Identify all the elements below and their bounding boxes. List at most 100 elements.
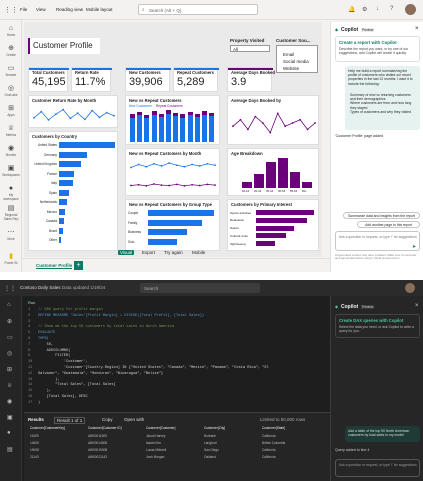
avatar[interactable] — [405, 4, 416, 15]
repeat-customers-bar[interactable] — [151, 110, 157, 115]
country-bar[interactable] — [59, 208, 65, 215]
country-bar[interactable] — [59, 170, 75, 177]
country-bar[interactable] — [59, 180, 73, 186]
menu-file[interactable]: File — [20, 7, 27, 12]
option-social[interactable]: Social media — [283, 59, 309, 64]
rail-monitor[interactable]: ◉ Monitor — [2, 144, 20, 162]
menu-view[interactable]: View — [36, 7, 46, 12]
option-email[interactable]: Email — [283, 52, 294, 57]
copilot-input[interactable]: Ask a question or request, or type '/' f… — [335, 231, 420, 251]
repeat-customers-bar[interactable] — [166, 110, 171, 114]
avatar[interactable] — [405, 283, 415, 293]
repeat-customers-bar[interactable] — [187, 111, 193, 116]
add-page-button[interactable]: + — [74, 261, 83, 270]
property-slicer[interactable]: All — [230, 45, 270, 52]
result-picker[interactable]: Result 1 of 1 — [54, 417, 86, 424]
rail-my-workspace[interactable]: ● My workspace — [2, 184, 20, 202]
menu-mobile-layout[interactable]: Mobile layout — [86, 7, 113, 12]
copy-button[interactable]: Copy — [102, 417, 113, 422]
country-bar[interactable] — [59, 189, 69, 196]
page-tab-customer-profile[interactable]: Customer Profile — [36, 263, 73, 269]
kpi-new-customers[interactable]: New Customers 39,906 — [125, 67, 171, 92]
rail-regional-sales[interactable]: ▤ Regional Sales Rep — [2, 204, 20, 222]
repeat-customers-bar[interactable] — [180, 114, 186, 118]
menu-reading-view[interactable]: Reading view — [56, 7, 83, 12]
chart-age-breakdown[interactable]: Age Breakdown 18-24 25-34 35-44 45-54 55-64 6… — [227, 148, 319, 196]
new-customers-bar[interactable] — [137, 115, 143, 142]
country-bar[interactable] — [59, 151, 88, 158]
send-icon[interactable]: ➤ — [412, 244, 416, 250]
column-header[interactable]: Customer[Customer] — [146, 426, 175, 430]
chart-return-rate-month[interactable]: Customer Return Rate by Month — [28, 95, 118, 128]
repeat-customers-bar[interactable] — [130, 114, 135, 118]
age-bar[interactable] — [242, 181, 252, 188]
results-table[interactable]: Customer[CustomerKey] Customer[Customer I… — [24, 426, 330, 481]
folder-icon[interactable]: ▭ — [7, 334, 13, 341]
column-header[interactable]: Customer[City] — [204, 426, 225, 430]
notification-icon[interactable]: 🔔 — [348, 6, 355, 13]
chart-new-vs-repeat[interactable]: New vs Repeat Customers New Customers Re… — [125, 95, 220, 145]
kpi-avg-days[interactable]: Average Days Booked 3.9 — [227, 67, 275, 92]
chart-group-type[interactable]: New vs Repeat Customers by Group Type Co… — [125, 199, 220, 251]
group-type-bar[interactable] — [148, 238, 178, 245]
monitor-icon[interactable]: ◉ — [7, 398, 12, 405]
chart-avg-days-month[interactable]: Average Days Booked by — [227, 95, 319, 145]
dark-search-box[interactable]: Search — [140, 283, 260, 293]
country-bar[interactable] — [59, 218, 64, 224]
rail-browse[interactable]: ▭ Browse — [2, 64, 20, 82]
age-bar[interactable] — [290, 172, 300, 188]
suggestion-add-page[interactable]: Add another page to this report — [357, 221, 420, 228]
source-slicer-dropdown[interactable]: Email Social media Website — [276, 45, 318, 73]
interest-bar[interactable] — [256, 233, 286, 239]
repeat-customers-bar[interactable] — [202, 111, 207, 115]
interest-bar[interactable] — [256, 241, 276, 247]
age-bar[interactable] — [278, 158, 288, 188]
help-icon[interactable]: ? — [390, 6, 393, 12]
repeat-customers-bar[interactable] — [209, 112, 215, 117]
repeat-customers-bar[interactable] — [173, 112, 179, 117]
search-box[interactable]: ⌕ Search (Alt + Q) — [138, 4, 258, 15]
group-type-bar[interactable] — [148, 210, 214, 216]
kpi-total-customers[interactable]: Total Customers 45,195 — [28, 67, 69, 92]
mobile-button[interactable]: Mobile — [192, 250, 205, 255]
country-bar[interactable] — [59, 161, 82, 167]
country-bar[interactable] — [59, 237, 62, 243]
repeat-customers-bar[interactable] — [158, 113, 164, 117]
dax-editor[interactable]: Run 1 // DAX query for profit margin 2 DEFI… — [24, 298, 330, 410]
workspaces-icon[interactable]: ▣ — [7, 414, 13, 421]
country-bar[interactable] — [59, 142, 115, 148]
table-row[interactable]: 11509 AW00011509 Jacob Harvey Burbank Califo… — [26, 434, 328, 440]
column-header[interactable]: Customer[CustomerKey] — [30, 426, 65, 430]
new-customers-bar[interactable] — [209, 116, 215, 142]
app-grid-icon[interactable]: ⋮⋮ — [4, 285, 16, 292]
age-bar[interactable] — [266, 161, 276, 188]
kpi-return-rate[interactable]: Return Rate 11.7% — [71, 67, 112, 92]
try-again-button[interactable]: Try again — [164, 250, 183, 255]
interest-bar[interactable] — [256, 210, 314, 215]
rail-power-bi[interactable]: ▮ Power BI — [2, 252, 20, 270]
close-icon[interactable]: × — [415, 26, 419, 32]
country-bar[interactable] — [59, 199, 67, 205]
interest-bar[interactable] — [256, 225, 294, 231]
rail-metrics[interactable]: ♕ Metrics — [2, 124, 20, 142]
option-website[interactable]: Website — [283, 66, 299, 71]
run-button[interactable]: Run — [28, 300, 35, 305]
close-icon[interactable]: × — [415, 303, 419, 309]
rail-workspaces[interactable]: ▣ Workspaces — [2, 164, 20, 182]
interest-bar[interactable] — [256, 217, 307, 223]
new-customers-bar[interactable] — [130, 117, 135, 142]
new-customers-bar[interactable] — [173, 116, 179, 142]
table-row[interactable]: 21143 AW00021143 Josh Morgan Oakland Califor… — [26, 455, 328, 461]
new-customers-bar[interactable] — [144, 118, 150, 142]
repeat-customers-bar[interactable] — [137, 111, 143, 116]
suggestion-summarize[interactable]: Summarize data and insights from the rep… — [343, 212, 420, 219]
visual-button[interactable]: Visual — [118, 250, 135, 255]
chart-customers-by-country[interactable]: Customers by Country United States German… — [28, 131, 118, 251]
trophy-icon[interactable]: ♕ — [7, 382, 12, 389]
settings-icon[interactable]: ⚙ — [362, 6, 367, 13]
app-grid-icon[interactable]: ⋮⋮ — [4, 6, 18, 14]
user-icon[interactable]: ● — [7, 430, 11, 436]
new-customers-bar[interactable] — [180, 117, 186, 142]
repeat-customers-bar[interactable] — [194, 113, 200, 117]
chart-primary-interest[interactable]: Customers by Primary Interest Sports act… — [227, 199, 319, 251]
